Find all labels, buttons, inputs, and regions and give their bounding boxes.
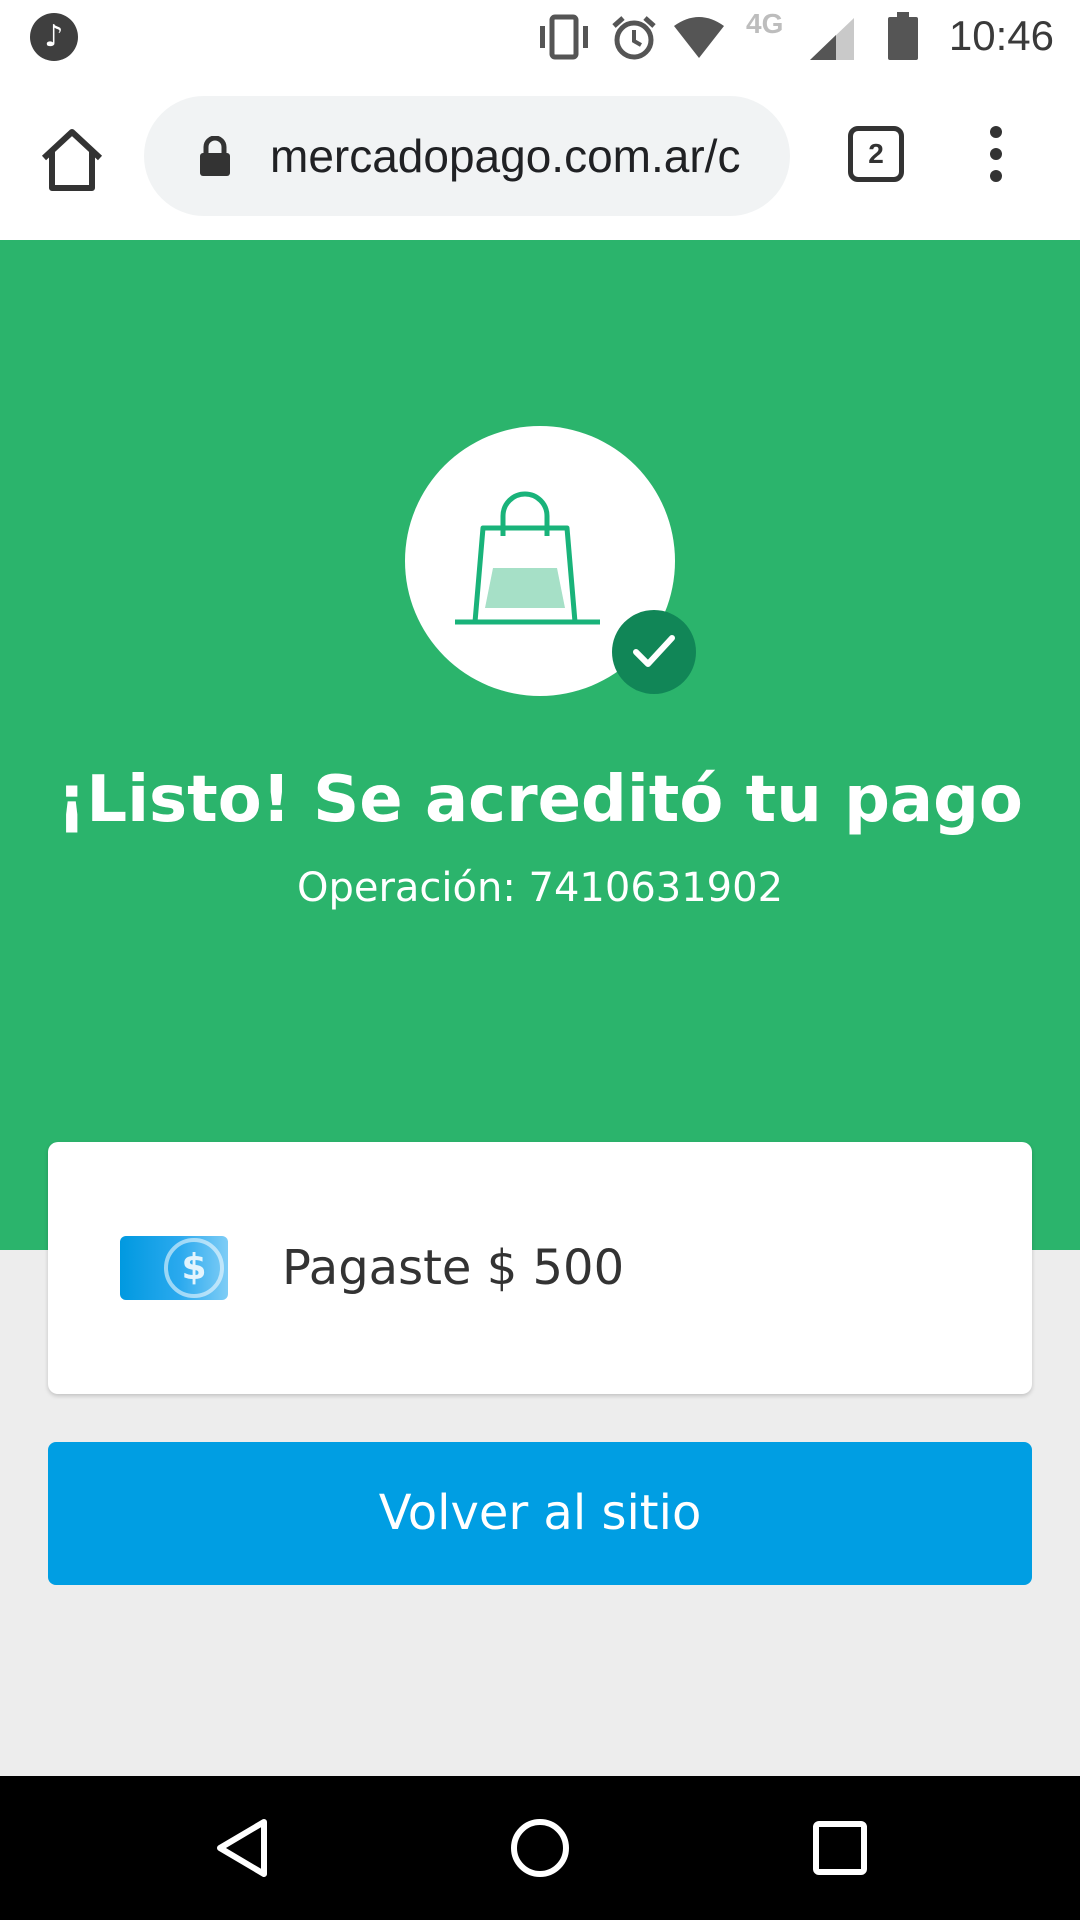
more-menu-icon[interactable] [972, 118, 1020, 190]
lock-icon [200, 136, 230, 176]
vibrate-icon [540, 14, 588, 60]
home-circle-icon[interactable] [504, 1812, 576, 1884]
home-icon[interactable] [36, 124, 108, 196]
clock-time: 10:46 [948, 12, 1054, 59]
status-bar: ♪ 4G 10:46 [0, 0, 1080, 74]
android-nav-bar [0, 1776, 1080, 1920]
payment-summary-card: $ Pagaste $ 500 [48, 1142, 1032, 1394]
operation-number: Operación: 7410631902 [296, 865, 784, 911]
music-note-icon: ♪ [30, 13, 78, 61]
shopping-bag-icon [455, 491, 600, 625]
network-type-label: 4G [746, 8, 784, 39]
alarm-icon [612, 16, 656, 60]
browser-toolbar: mercadopago.com.ar/c 2 [0, 74, 1080, 240]
address-bar[interactable]: mercadopago.com.ar/c [144, 96, 790, 216]
success-hero: ¡Listo! Se acreditó tu pago Operación: 7… [0, 240, 1080, 1250]
cell-signal-icon [810, 18, 854, 60]
url-text[interactable]: mercadopago.com.ar/c [270, 126, 770, 186]
back-triangle-icon[interactable] [206, 1812, 278, 1884]
tab-switcher-button[interactable]: 2 [848, 126, 904, 182]
battery-icon [888, 12, 918, 60]
success-check-icon [612, 610, 696, 694]
payment-amount-text: Pagaste $ 500 [282, 1240, 625, 1296]
recents-square-icon[interactable] [804, 1812, 876, 1884]
back-to-site-button[interactable]: Volver al sitio [48, 1442, 1032, 1585]
wifi-icon [674, 17, 724, 58]
money-card-icon: $ [120, 1236, 228, 1300]
success-title: ¡Listo! Se acreditó tu pago [57, 763, 1023, 837]
